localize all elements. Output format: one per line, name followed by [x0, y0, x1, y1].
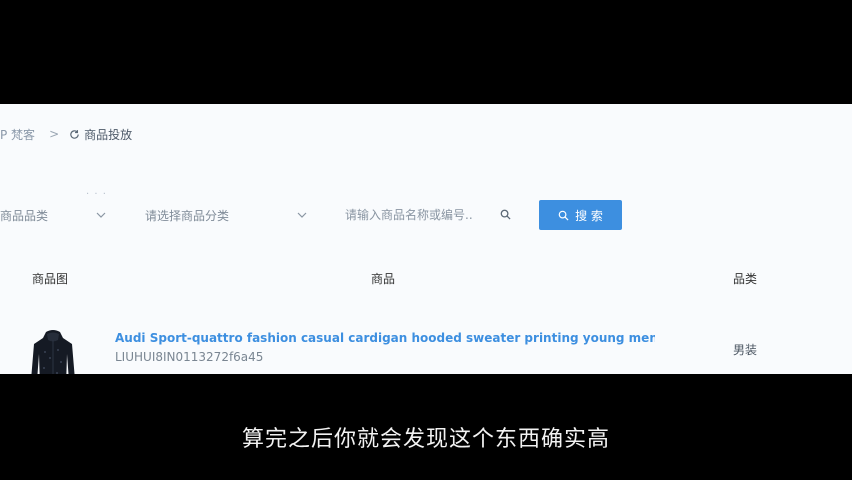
- search-field: [345, 200, 515, 230]
- table-row[interactable]: Audi Sport-quattro fashion casual cardig…: [0, 316, 852, 374]
- breadcrumb-separator: >: [49, 127, 60, 141]
- app-screen: P 梵客 > 商品投放 . . . 商品品类 请选择商品分类 请输入商品名称或编…: [0, 104, 852, 374]
- chevron-down-icon: [297, 212, 307, 218]
- search-input[interactable]: [345, 203, 490, 227]
- search-button-label: 搜 索: [575, 208, 603, 223]
- product-title-link[interactable]: Audi Sport-quattro fashion casual cardig…: [115, 331, 655, 345]
- search-button[interactable]: 搜 索: [539, 200, 622, 230]
- breadcrumb-home[interactable]: P 梵客: [0, 126, 35, 143]
- refresh-icon[interactable]: [69, 129, 80, 140]
- product-sku: LIUHUI8IN0113272f6a45: [115, 350, 264, 364]
- search-icon[interactable]: [500, 209, 511, 220]
- category-select-value: 商品品类: [0, 208, 49, 223]
- column-header-category: 品类: [733, 272, 758, 286]
- search-icon: [558, 210, 569, 221]
- video-subtitle: 算完之后你就会发现这个东西确实高: [241, 427, 610, 452]
- column-header-image: 商品图: [32, 272, 69, 286]
- decorative-dots: . . .: [86, 186, 107, 197]
- breadcrumb: P 梵客 > 商品投放: [0, 124, 132, 144]
- column-header-product: 商品: [371, 272, 396, 286]
- breadcrumb-current: 商品投放: [84, 127, 133, 142]
- classification-select-value: 请选择商品分类: [145, 208, 230, 223]
- product-thumbnail[interactable]: [30, 328, 76, 374]
- classification-select[interactable]: 请选择商品分类: [145, 200, 310, 230]
- product-category: 男装: [733, 343, 758, 357]
- category-select[interactable]: 商品品类: [0, 200, 110, 230]
- chevron-down-icon: [96, 212, 106, 218]
